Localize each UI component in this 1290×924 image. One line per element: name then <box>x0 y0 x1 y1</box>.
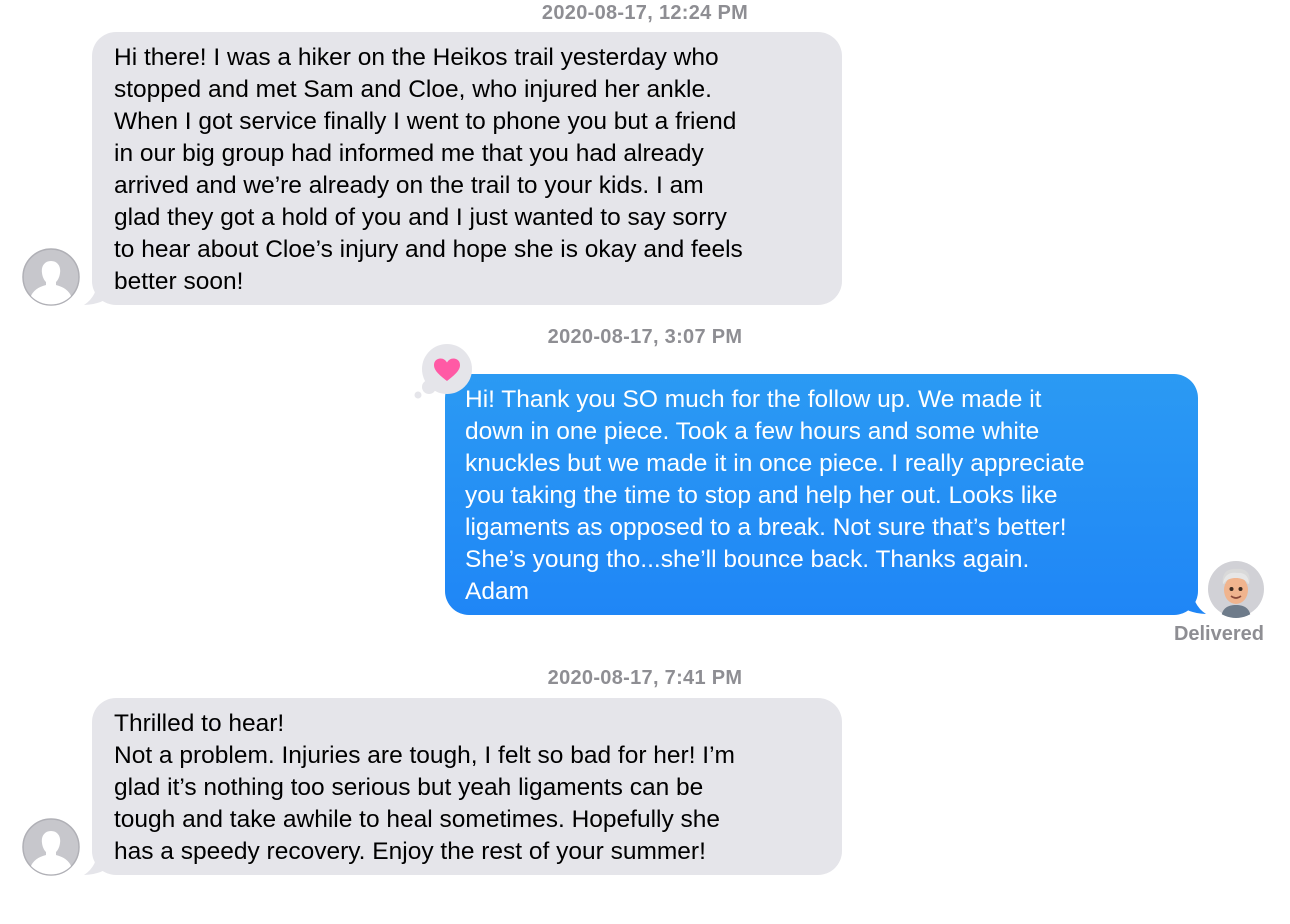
person-silhouette-icon <box>22 248 80 306</box>
timestamp: 2020-08-17, 3:07 PM <box>547 326 743 348</box>
contact-avatar[interactable] <box>22 818 80 876</box>
incoming-message-bubble[interactable]: Thrilled to hear! Not a problem. Injurie… <box>92 698 842 875</box>
incoming-message-bubble[interactable]: Hi there! I was a hiker on the Heikos tr… <box>92 32 842 305</box>
reaction-tapback[interactable] <box>412 344 476 409</box>
contact-avatar[interactable] <box>22 248 80 306</box>
timestamp: 2020-08-17, 7:41 PM <box>547 667 743 689</box>
delivered-status: Delivered <box>1173 623 1264 645</box>
outgoing-message-bubble[interactable]: Hi! Thank you SO much for the follow up.… <box>445 374 1198 615</box>
timestamp: 2020-08-17, 12:24 PM <box>541 2 749 24</box>
person-silhouette-icon <box>22 818 80 876</box>
